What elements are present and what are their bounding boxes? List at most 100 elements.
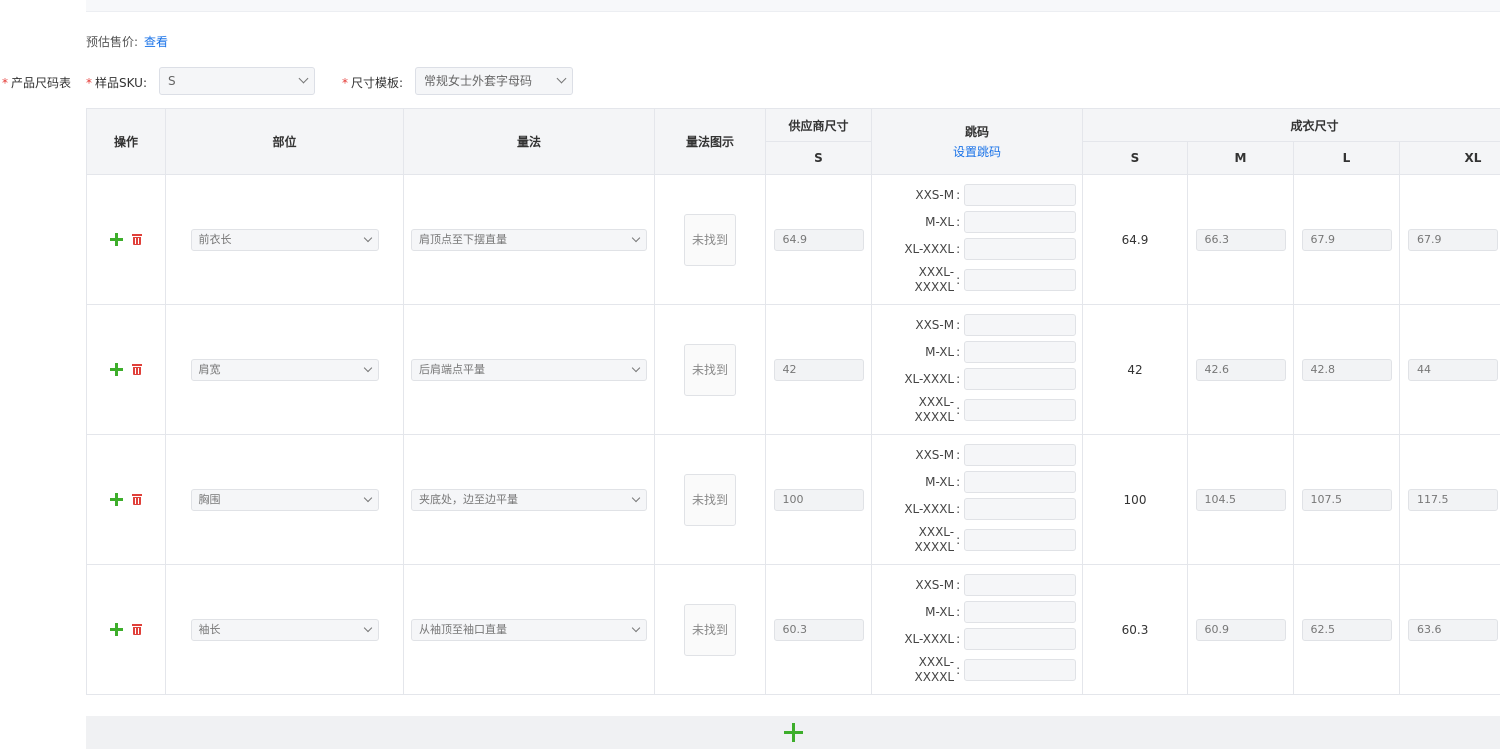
- delete-row-icon[interactable]: [132, 234, 142, 245]
- method-select[interactable]: 夹底处，边至边平量: [411, 488, 647, 511]
- finished-size-m-input[interactable]: 104.5: [1195, 488, 1286, 511]
- chevron-down-icon: [363, 623, 372, 632]
- header-finished-l: L: [1293, 141, 1400, 175]
- part-select[interactable]: 前衣长: [190, 228, 379, 251]
- finished-size-s: 64.9: [1082, 174, 1188, 305]
- jump-input[interactable]: [963, 529, 1077, 551]
- header-finished-m: M: [1187, 141, 1294, 175]
- finished-size-l-input[interactable]: 62.5: [1301, 618, 1392, 641]
- jump-input[interactable]: [963, 341, 1077, 363]
- jump-input[interactable]: [963, 498, 1077, 520]
- top-panel-edge: [86, 0, 1500, 12]
- table-row: 肩宽 后肩端点平量 未找到 42 XXS-M: M-XL: XL-XXXL: X…: [86, 304, 1500, 435]
- finished-size-s: 42: [1082, 304, 1188, 435]
- delete-row-icon[interactable]: [132, 624, 142, 635]
- finished-size-m-input[interactable]: 66.3: [1195, 228, 1286, 251]
- header-finished-xl: XL: [1398, 141, 1500, 175]
- table-row: 胸围 夹底处，边至边平量 未找到 100 XXS-M: M-XL: XL-XXX…: [86, 434, 1500, 565]
- size-form-row: * 产品尺码表 * 样品SKU: S * 尺寸模板: 常规女士外套字母码: [0, 67, 1500, 97]
- jump-input[interactable]: [963, 659, 1077, 681]
- method-select[interactable]: 后肩端点平量: [411, 358, 647, 381]
- supplier-size-input[interactable]: 42: [773, 358, 864, 381]
- finished-size-l-input[interactable]: 107.5: [1301, 488, 1392, 511]
- part-select[interactable]: 肩宽: [190, 358, 379, 381]
- supplier-size-input[interactable]: 100: [773, 488, 864, 511]
- finished-size-l-input[interactable]: 42.8: [1301, 358, 1392, 381]
- template-label: * 尺寸模板:: [342, 76, 404, 90]
- jump-size-list: XXS-M: M-XL: XL-XXXL: XXXL-XXXXL:: [872, 314, 1082, 425]
- jump-label: XXS-M: [915, 577, 955, 592]
- part-select[interactable]: 袖长: [190, 618, 379, 641]
- jump-label: M-XL: [925, 214, 955, 229]
- part-select[interactable]: 胸围: [190, 488, 379, 511]
- jump-input[interactable]: [963, 399, 1077, 421]
- jump-input[interactable]: [963, 628, 1077, 650]
- required-mark: *: [86, 76, 92, 90]
- finished-size-xl-input[interactable]: 63.6: [1408, 618, 1498, 641]
- header-jump: 跳码 设置跳码: [871, 108, 1083, 175]
- finished-size-xl-input[interactable]: 44: [1408, 358, 1498, 381]
- jump-label: XL-XXXL: [904, 631, 955, 646]
- method-diagram-image[interactable]: 未找到: [684, 473, 736, 526]
- finished-size-m-input[interactable]: 60.9: [1195, 618, 1286, 641]
- jump-input[interactable]: [963, 314, 1077, 336]
- view-price-link[interactable]: 查看: [144, 33, 168, 50]
- required-mark: *: [2, 76, 8, 90]
- jump-label: XXS-M: [915, 187, 955, 202]
- header-supplier-s: S: [765, 141, 872, 175]
- jump-input[interactable]: [963, 368, 1077, 390]
- jump-input[interactable]: [963, 601, 1077, 623]
- chevron-down-icon: [631, 233, 641, 242]
- chevron-down-icon: [631, 363, 641, 372]
- delete-row-icon[interactable]: [132, 364, 142, 375]
- jump-size-list: XXS-M: M-XL: XL-XXXL: XXXL-XXXXL:: [872, 184, 1082, 295]
- finished-size-s: 100: [1082, 434, 1188, 565]
- sku-select[interactable]: S: [159, 67, 315, 95]
- jump-label: XXXL-XXXXL: [914, 265, 955, 294]
- add-row-icon[interactable]: [110, 493, 123, 506]
- method-diagram-image[interactable]: 未找到: [684, 213, 736, 266]
- finished-size-xl-input[interactable]: 117.5: [1408, 488, 1498, 511]
- method-diagram-image[interactable]: 未找到: [684, 343, 736, 396]
- jump-label: XXXL-XXXXL: [914, 395, 955, 424]
- chevron-down-icon: [363, 363, 372, 372]
- jump-label: M-XL: [925, 474, 955, 489]
- finished-size-m-input[interactable]: 42.6: [1195, 358, 1286, 381]
- jump-label: XXS-M: [915, 447, 955, 462]
- method-select[interactable]: 肩顶点至下摆直量: [411, 228, 647, 251]
- plus-icon: [783, 723, 803, 742]
- method-diagram-image[interactable]: 未找到: [684, 603, 736, 656]
- jump-input[interactable]: [963, 574, 1077, 596]
- size-table: 操作 部位 量法 量法图示 供应商尺寸 跳码 设置跳码 成衣尺寸 S S M L…: [86, 108, 1500, 695]
- jump-label: XL-XXXL: [904, 501, 955, 516]
- jump-input[interactable]: [963, 211, 1077, 233]
- add-row-icon[interactable]: [110, 233, 123, 246]
- finished-size-xl-input[interactable]: 67.9: [1408, 228, 1498, 251]
- supplier-size-input[interactable]: 64.9: [773, 228, 864, 251]
- add-row-icon[interactable]: [110, 623, 123, 636]
- jump-input[interactable]: [963, 471, 1077, 493]
- template-select[interactable]: 常规女士外套字母码: [415, 67, 573, 95]
- add-row-button[interactable]: [86, 716, 1500, 749]
- jump-input[interactable]: [963, 238, 1077, 260]
- size-table-label: * 产品尺码表: [2, 76, 72, 90]
- add-row-icon[interactable]: [110, 363, 123, 376]
- header-finished-size: 成衣尺寸: [1081, 108, 1500, 142]
- chevron-down-icon: [631, 623, 641, 632]
- jump-label: XXXL-XXXXL: [914, 655, 955, 684]
- supplier-size-input[interactable]: 60.3: [773, 618, 864, 641]
- finished-size-l-input[interactable]: 67.9: [1301, 228, 1392, 251]
- method-select[interactable]: 从袖顶至袖口直量: [411, 618, 647, 641]
- estimated-price-label: 预估售价:: [86, 34, 139, 49]
- jump-input[interactable]: [963, 444, 1077, 466]
- delete-row-icon[interactable]: [132, 494, 142, 505]
- header-method: 量法: [403, 108, 655, 175]
- header-ops: 操作: [86, 108, 166, 175]
- sku-label: * 样品SKU:: [86, 76, 147, 90]
- set-jump-link[interactable]: 设置跳码: [872, 143, 1082, 160]
- required-mark: *: [342, 76, 348, 90]
- table-row: 前衣长 肩顶点至下摆直量 未找到 64.9 XXS-M: M-XL: XL-XX…: [86, 174, 1500, 305]
- jump-input[interactable]: [963, 269, 1077, 291]
- chevron-down-icon: [298, 73, 309, 84]
- jump-input[interactable]: [963, 184, 1077, 206]
